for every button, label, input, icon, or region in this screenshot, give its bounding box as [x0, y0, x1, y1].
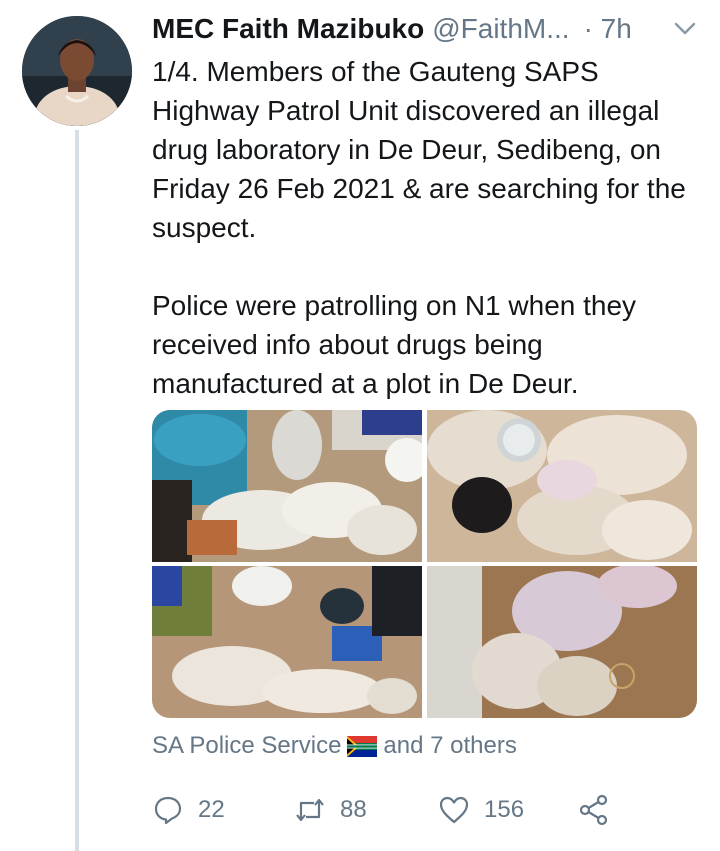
liked-by-line[interactable]: SA Police Service and 7 others — [152, 732, 517, 760]
reply-icon — [154, 796, 182, 825]
share-button[interactable] — [578, 790, 610, 830]
action-bar: 22 88 156 — [152, 790, 622, 830]
retweet-icon — [296, 798, 324, 822]
author-avatar[interactable] — [22, 16, 132, 126]
reply-count: 22 — [198, 796, 225, 823]
author-name[interactable]: MEC Faith Mazibuko — [152, 13, 424, 45]
reply-button[interactable]: 22 — [152, 790, 225, 830]
tweet-header: MEC Faith Mazibuko @FaithM... · 7h — [152, 10, 698, 48]
tweet-text: 1/4. Members of the Gauteng SAPS Highway… — [152, 52, 697, 403]
liked-by-name[interactable]: SA Police Service — [152, 732, 341, 760]
like-icon — [439, 796, 469, 824]
author-handle[interactable]: @FaithM... — [432, 13, 569, 45]
tweet-paragraph: 1/4. Members of the Gauteng SAPS Highway… — [152, 56, 686, 243]
liked-by-others[interactable]: and 7 others — [383, 732, 516, 760]
thread-line — [75, 130, 79, 851]
like-button[interactable]: 156 — [438, 790, 524, 830]
photo-3[interactable] — [152, 566, 422, 718]
retweet-count: 88 — [340, 796, 367, 823]
photo-4[interactable] — [427, 566, 697, 718]
media-grid — [152, 410, 697, 718]
share-icon — [579, 794, 608, 826]
photo-2[interactable] — [427, 410, 697, 562]
photo-1[interactable] — [152, 410, 422, 562]
tweet-time[interactable]: · 7h — [584, 13, 632, 45]
retweet-button[interactable]: 88 — [294, 790, 367, 830]
chevron-down-icon[interactable] — [672, 16, 698, 42]
like-count: 156 — [484, 796, 525, 823]
south-africa-flag-icon — [347, 735, 378, 757]
tweet-paragraph: Police were patrolling on N1 when they r… — [152, 290, 637, 399]
